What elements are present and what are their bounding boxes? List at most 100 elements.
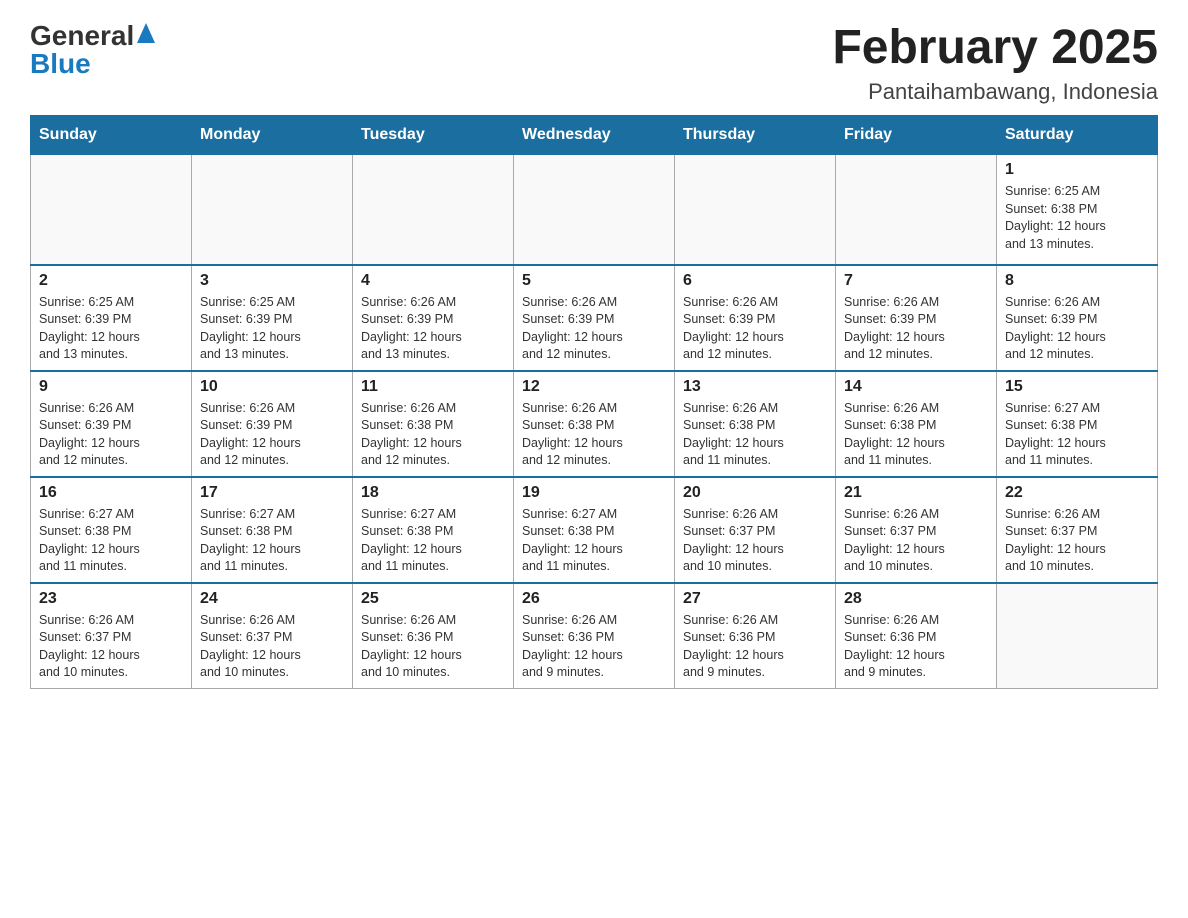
calendar-cell: 6 Sunrise: 6:26 AM Sunset: 6:39 PM Daylig… xyxy=(675,265,836,371)
day-info: Sunrise: 6:26 AM Sunset: 6:37 PM Dayligh… xyxy=(200,612,344,682)
calendar-cell: 7Sunrise: 6:26 AM Sunset: 6:39 PM Daylig… xyxy=(836,265,997,371)
logo-triangle-icon xyxy=(137,23,155,48)
day-number: 9 xyxy=(39,378,183,396)
day-info: Sunrise: 6:26 AM Sunset: 6:39 PM Dayligh… xyxy=(1005,294,1149,364)
calendar-week-row: 2 Sunrise: 6:25 AM Sunset: 6:39 PM Daylig… xyxy=(31,265,1158,371)
day-number: 20 xyxy=(683,484,827,502)
calendar-week-row: 9 Sunrise: 6:26 AM Sunset: 6:39 PM Daylig… xyxy=(31,371,1158,477)
day-number: 21 xyxy=(844,484,988,502)
weekday-header-wednesday: Wednesday xyxy=(514,116,675,155)
calendar-cell xyxy=(836,155,997,265)
day-info: Sunrise: 6:26 AM Sunset: 6:39 PM Dayligh… xyxy=(683,294,827,364)
day-info: Sunrise: 6:26 AM Sunset: 6:36 PM Dayligh… xyxy=(522,612,666,682)
calendar-cell: 24 Sunrise: 6:26 AM Sunset: 6:37 PM Dayli… xyxy=(192,583,353,689)
page-header: General Blue February 2025 Pantaihambawa… xyxy=(30,20,1158,105)
day-number: 26 xyxy=(522,590,666,608)
day-info: Sunrise: 6:26 AM Sunset: 6:38 PM Dayligh… xyxy=(522,400,666,470)
title-block: February 2025 Pantaihambawang, Indonesia xyxy=(832,20,1158,105)
day-info: Sunrise: 6:26 AM Sunset: 6:36 PM Dayligh… xyxy=(844,612,988,682)
day-info: Sunrise: 6:27 AM Sunset: 6:38 PM Dayligh… xyxy=(361,506,505,576)
calendar-cell: 13 Sunrise: 6:26 AM Sunset: 6:38 PM Dayli… xyxy=(675,371,836,477)
day-info: Sunrise: 6:27 AM Sunset: 6:38 PM Dayligh… xyxy=(522,506,666,576)
calendar-cell: 26 Sunrise: 6:26 AM Sunset: 6:36 PM Dayli… xyxy=(514,583,675,689)
day-number: 18 xyxy=(361,484,505,502)
day-number: 12 xyxy=(522,378,666,396)
day-number: 11 xyxy=(361,378,505,396)
calendar-table: SundayMondayTuesdayWednesdayThursdayFrid… xyxy=(30,115,1158,689)
day-number: 14 xyxy=(844,378,988,396)
calendar-week-row: 1 Sunrise: 6:25 AM Sunset: 6:38 PM Daylig… xyxy=(31,155,1158,265)
day-info: Sunrise: 6:26 AM Sunset: 6:38 PM Dayligh… xyxy=(361,400,505,470)
calendar-cell: 27 Sunrise: 6:26 AM Sunset: 6:36 PM Dayli… xyxy=(675,583,836,689)
day-number: 3 xyxy=(200,272,344,290)
day-info: Sunrise: 6:26 AM Sunset: 6:37 PM Dayligh… xyxy=(683,506,827,576)
page-subtitle: Pantaihambawang, Indonesia xyxy=(832,79,1158,105)
calendar-week-row: 23 Sunrise: 6:26 AM Sunset: 6:37 PM Dayli… xyxy=(31,583,1158,689)
calendar-cell xyxy=(31,155,192,265)
day-info: Sunrise: 6:26 AM Sunset: 6:39 PM Dayligh… xyxy=(200,400,344,470)
day-number: 16 xyxy=(39,484,183,502)
day-info: Sunrise: 6:26 AM Sunset: 6:38 PM Dayligh… xyxy=(683,400,827,470)
day-info: Sunrise: 6:25 AM Sunset: 6:38 PM Dayligh… xyxy=(1005,183,1149,253)
calendar-cell: 19 Sunrise: 6:27 AM Sunset: 6:38 PM Dayli… xyxy=(514,477,675,583)
day-number: 28 xyxy=(844,590,988,608)
calendar-cell: 17Sunrise: 6:27 AM Sunset: 6:38 PM Dayli… xyxy=(192,477,353,583)
calendar-cell: 25Sunrise: 6:26 AM Sunset: 6:36 PM Dayli… xyxy=(353,583,514,689)
page-title: February 2025 xyxy=(832,20,1158,75)
calendar-cell: 18 Sunrise: 6:27 AM Sunset: 6:38 PM Dayli… xyxy=(353,477,514,583)
day-info: Sunrise: 6:25 AM Sunset: 6:39 PM Dayligh… xyxy=(39,294,183,364)
day-info: Sunrise: 6:26 AM Sunset: 6:39 PM Dayligh… xyxy=(361,294,505,364)
weekday-header-sunday: Sunday xyxy=(31,116,192,155)
calendar-cell: 21 Sunrise: 6:26 AM Sunset: 6:37 PM Dayli… xyxy=(836,477,997,583)
calendar-cell: 22 Sunrise: 6:26 AM Sunset: 6:37 PM Dayli… xyxy=(997,477,1158,583)
day-info: Sunrise: 6:26 AM Sunset: 6:37 PM Dayligh… xyxy=(39,612,183,682)
day-number: 6 xyxy=(683,272,827,290)
day-number: 19 xyxy=(522,484,666,502)
weekday-header-monday: Monday xyxy=(192,116,353,155)
weekday-header-friday: Friday xyxy=(836,116,997,155)
calendar-cell: 4Sunrise: 6:26 AM Sunset: 6:39 PM Daylig… xyxy=(353,265,514,371)
weekday-header-thursday: Thursday xyxy=(675,116,836,155)
day-info: Sunrise: 6:27 AM Sunset: 6:38 PM Dayligh… xyxy=(200,506,344,576)
calendar-cell: 20 Sunrise: 6:26 AM Sunset: 6:37 PM Dayli… xyxy=(675,477,836,583)
logo: General Blue xyxy=(30,20,155,80)
calendar-cell: 14 Sunrise: 6:26 AM Sunset: 6:38 PM Dayli… xyxy=(836,371,997,477)
calendar-cell xyxy=(675,155,836,265)
day-info: Sunrise: 6:25 AM Sunset: 6:39 PM Dayligh… xyxy=(200,294,344,364)
calendar-cell: 8 Sunrise: 6:26 AM Sunset: 6:39 PM Daylig… xyxy=(997,265,1158,371)
day-info: Sunrise: 6:26 AM Sunset: 6:38 PM Dayligh… xyxy=(844,400,988,470)
day-number: 8 xyxy=(1005,272,1149,290)
calendar-cell: 23 Sunrise: 6:26 AM Sunset: 6:37 PM Dayli… xyxy=(31,583,192,689)
day-number: 1 xyxy=(1005,161,1149,179)
day-number: 13 xyxy=(683,378,827,396)
day-number: 2 xyxy=(39,272,183,290)
calendar-cell: 1 Sunrise: 6:25 AM Sunset: 6:38 PM Daylig… xyxy=(997,155,1158,265)
day-number: 15 xyxy=(1005,378,1149,396)
weekday-header-saturday: Saturday xyxy=(997,116,1158,155)
calendar-cell xyxy=(514,155,675,265)
day-number: 27 xyxy=(683,590,827,608)
day-number: 5 xyxy=(522,272,666,290)
calendar-cell: 15 Sunrise: 6:27 AM Sunset: 6:38 PM Dayli… xyxy=(997,371,1158,477)
calendar-week-row: 16 Sunrise: 6:27 AM Sunset: 6:38 PM Dayli… xyxy=(31,477,1158,583)
day-info: Sunrise: 6:26 AM Sunset: 6:39 PM Dayligh… xyxy=(844,294,988,364)
day-info: Sunrise: 6:26 AM Sunset: 6:36 PM Dayligh… xyxy=(683,612,827,682)
day-number: 25 xyxy=(361,590,505,608)
day-info: Sunrise: 6:26 AM Sunset: 6:37 PM Dayligh… xyxy=(1005,506,1149,576)
day-info: Sunrise: 6:27 AM Sunset: 6:38 PM Dayligh… xyxy=(39,506,183,576)
calendar-cell: 16 Sunrise: 6:27 AM Sunset: 6:38 PM Dayli… xyxy=(31,477,192,583)
day-number: 22 xyxy=(1005,484,1149,502)
day-info: Sunrise: 6:26 AM Sunset: 6:39 PM Dayligh… xyxy=(39,400,183,470)
day-number: 10 xyxy=(200,378,344,396)
day-number: 23 xyxy=(39,590,183,608)
weekday-header-tuesday: Tuesday xyxy=(353,116,514,155)
logo-blue-text: Blue xyxy=(30,48,91,80)
day-info: Sunrise: 6:26 AM Sunset: 6:37 PM Dayligh… xyxy=(844,506,988,576)
calendar-cell: 11 Sunrise: 6:26 AM Sunset: 6:38 PM Dayli… xyxy=(353,371,514,477)
calendar-cell: 3 Sunrise: 6:25 AM Sunset: 6:39 PM Daylig… xyxy=(192,265,353,371)
calendar-cell: 28 Sunrise: 6:26 AM Sunset: 6:36 PM Dayli… xyxy=(836,583,997,689)
calendar-header-row: SundayMondayTuesdayWednesdayThursdayFrid… xyxy=(31,116,1158,155)
day-number: 24 xyxy=(200,590,344,608)
day-info: Sunrise: 6:26 AM Sunset: 6:39 PM Dayligh… xyxy=(522,294,666,364)
day-info: Sunrise: 6:27 AM Sunset: 6:38 PM Dayligh… xyxy=(1005,400,1149,470)
